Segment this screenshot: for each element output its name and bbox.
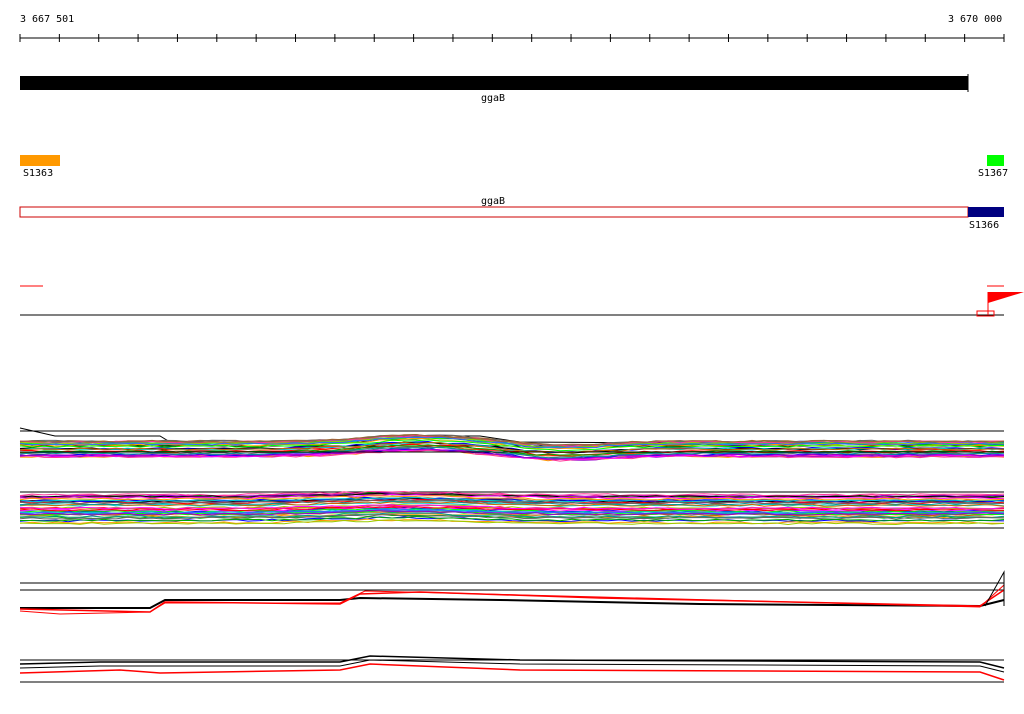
feature-track: S1363 S1367 [20,155,1008,179]
ruler-start-label: 3 667 501 [20,14,74,25]
feature-S1366[interactable] [968,207,1004,217]
gene-track: ggaB [20,74,969,104]
feature-S1367[interactable] [987,155,1004,166]
signal-track-2 [19,490,1005,529]
feature-label-S1367: S1367 [978,168,1008,179]
transcript-label: ggaB [481,196,505,207]
signal-track-4 [19,655,1005,683]
feature-label-S1366: S1366 [969,220,999,231]
genome-browser-view: 3 667 501 3 670 000 ggaB S1363 S1367 gga… [19,14,1024,683]
gene-label: ggaB [481,93,505,104]
ruler-end-label: 3 670 000 [948,14,1002,25]
signal-track-1 [19,427,1005,462]
feature-label-S1363: S1363 [23,168,53,179]
feature-S1363[interactable] [20,155,60,166]
transcript-track: ggaB S1366 [19,196,1004,231]
flag-marker-icon[interactable] [988,292,1024,303]
gene-bar-ggaB[interactable] [20,76,968,90]
marker-track [20,285,1024,317]
transcript-ggaB[interactable] [19,206,969,218]
signal-track-3 [19,570,1005,615]
coordinate-ruler: 3 667 501 3 670 000 [19,14,1005,42]
